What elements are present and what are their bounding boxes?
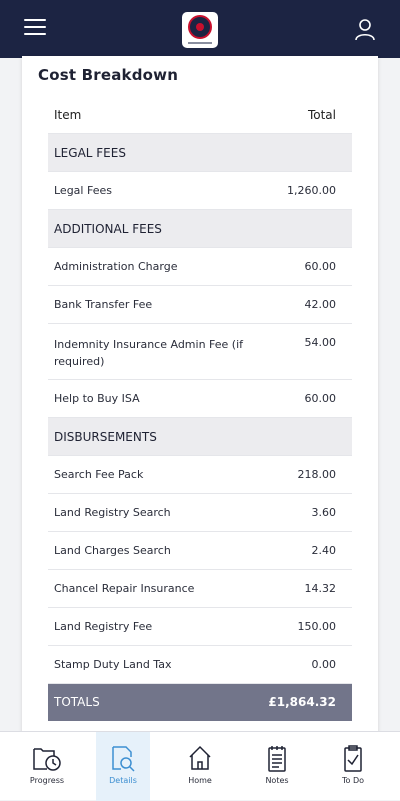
bottom-nav: Progress Details Home Notes To Do xyxy=(0,731,400,801)
page-title: Cost Breakdown xyxy=(38,66,179,84)
row-total: 218.00 xyxy=(297,468,337,481)
nav-details[interactable]: Details xyxy=(96,732,150,801)
row-item: Administration Charge xyxy=(54,260,178,273)
row-item: Search Fee Pack xyxy=(54,468,144,481)
row-item: Help to Buy ISA xyxy=(54,392,140,405)
hamburger-icon[interactable] xyxy=(24,19,46,37)
home-icon xyxy=(189,745,211,770)
row-total: 14.32 xyxy=(304,582,337,595)
row-total: 1,260.00 xyxy=(287,184,336,197)
nav-progress[interactable]: Progress xyxy=(8,732,86,801)
row-item: Bank Transfer Fee xyxy=(54,298,153,311)
cost-table: Item Total LEGAL FEES Legal Fees 1,260.0… xyxy=(48,96,352,721)
row-item: Land Charges Search xyxy=(54,544,171,557)
column-header-total: Total xyxy=(307,108,336,122)
notes-icon xyxy=(268,746,286,772)
row-item: Land Registry Fee xyxy=(54,620,153,633)
totals-value: £1,864.32 xyxy=(268,695,336,709)
table-row: Stamp Duty Land Tax 0.00 xyxy=(48,646,352,684)
table-header: Item Total xyxy=(48,96,352,134)
row-total: 0.00 xyxy=(311,658,337,671)
nav-label: To Do xyxy=(341,776,365,785)
progress-clock-icon xyxy=(33,748,61,771)
table-row: Land Registry Fee 150.00 xyxy=(48,608,352,646)
column-header-item: Item xyxy=(54,108,82,122)
row-total: 3.60 xyxy=(311,506,337,519)
todo-checklist-icon xyxy=(344,745,362,772)
table-row: Search Fee Pack 218.00 xyxy=(48,456,352,494)
section-header-additional-fees: ADDITIONAL FEES xyxy=(48,210,352,248)
nav-label: Home xyxy=(188,776,212,785)
nav-home[interactable]: Home xyxy=(170,732,230,801)
user-icon[interactable] xyxy=(353,17,377,41)
row-item: Land Registry Search xyxy=(54,506,171,519)
row-total: 60.00 xyxy=(304,260,337,273)
row-item: Legal Fees xyxy=(54,184,112,197)
table-row: Chancel Repair Insurance 14.32 xyxy=(48,570,352,608)
nav-label: Progress xyxy=(29,776,65,785)
table-row: Help to Buy ISA 60.00 xyxy=(48,380,352,418)
row-total: 54.00 xyxy=(304,336,337,349)
top-bar xyxy=(0,0,400,58)
row-item: Indemnity Insurance Admin Fee (if requir… xyxy=(54,338,244,368)
table-row: Legal Fees 1,260.00 xyxy=(48,172,352,210)
nav-label: Notes xyxy=(265,776,289,785)
details-search-icon xyxy=(112,746,135,772)
nav-label: Details xyxy=(109,776,137,785)
section-header-legal-fees: LEGAL FEES xyxy=(48,134,352,172)
nav-notes[interactable]: Notes xyxy=(248,732,306,801)
row-total: 150.00 xyxy=(297,620,337,633)
table-row: Indemnity Insurance Admin Fee (if requir… xyxy=(48,324,352,380)
row-total: 42.00 xyxy=(304,298,337,311)
brand-logo[interactable] xyxy=(182,12,218,48)
row-total: 2.40 xyxy=(311,544,337,557)
table-row: Land Charges Search 2.40 xyxy=(48,532,352,570)
table-row: Bank Transfer Fee 42.00 xyxy=(48,286,352,324)
section-header-disbursements: DISBURSEMENTS xyxy=(48,418,352,456)
row-item: Stamp Duty Land Tax xyxy=(54,658,172,671)
table-row: Administration Charge 60.00 xyxy=(48,248,352,286)
row-total: 60.00 xyxy=(304,392,337,405)
totals-row: TOTALS £1,864.32 xyxy=(48,684,352,721)
cost-breakdown-card: Cost Breakdown Item Total LEGAL FEES Leg… xyxy=(22,56,378,736)
row-item: Chancel Repair Insurance xyxy=(54,582,195,595)
nav-todo[interactable]: To Do xyxy=(324,732,382,801)
totals-label: TOTALS xyxy=(54,695,100,709)
table-row: Land Registry Search 3.60 xyxy=(48,494,352,532)
